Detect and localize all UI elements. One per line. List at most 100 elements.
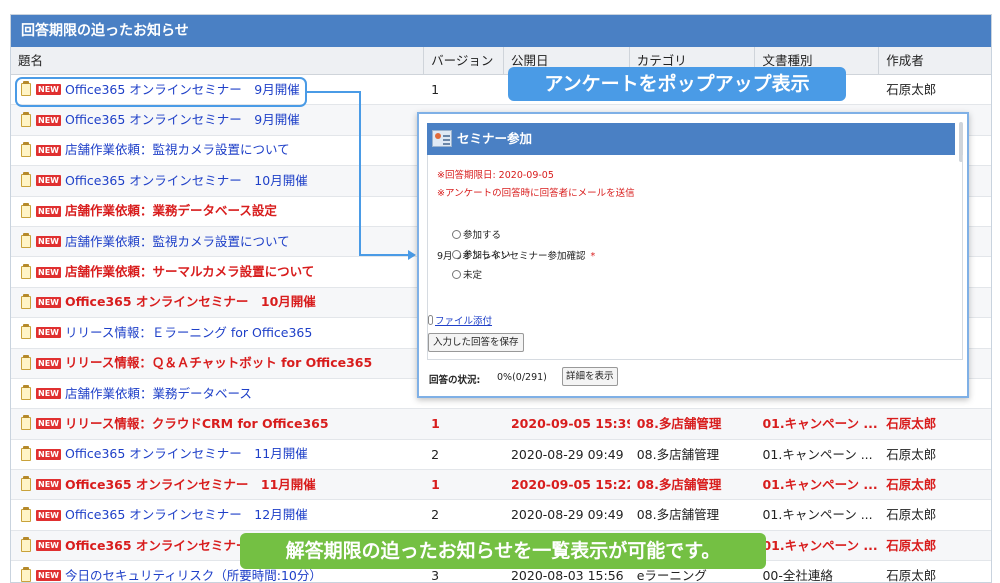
- cell-doctype: 01.キャンペーン ...: [762, 416, 878, 432]
- cell-author: 石原太郎: [886, 82, 937, 97]
- deadline-note: ※回答期限日: 2020-09-05: [437, 170, 554, 181]
- save-answer-button[interactable]: 入力した回答を保存: [428, 333, 524, 352]
- bottom-callout-label: 解答期限の迫ったお知らせを一覧表示が可能です。: [240, 533, 766, 569]
- cell-title: NEW リリース情報：クラウドCRM for Office365: [11, 409, 424, 438]
- cell-title: NEW Office365 オンラインセミナー 9月開催: [11, 105, 424, 134]
- cell-title: NEW リリース情報：Ｑ＆Ａチャットボット for Office365: [11, 349, 424, 378]
- new-badge: NEW: [36, 175, 61, 187]
- callout-arrow-icon: [408, 250, 416, 260]
- show-details-button[interactable]: 詳細を表示: [562, 367, 618, 386]
- cell-version: 2: [431, 446, 440, 462]
- document-icon: [21, 537, 31, 553]
- new-badge: NEW: [36, 388, 61, 400]
- new-badge: NEW: [36, 448, 61, 460]
- cell-title: NEW 店舗作業依頼：業務データベース: [11, 379, 424, 408]
- new-badge: NEW: [36, 540, 61, 552]
- cell-doctype: 01.キャンペーン ...: [762, 446, 873, 462]
- notice-title-link[interactable]: Office365 オンラインセミナー 9月開催: [65, 105, 300, 134]
- notice-title-link[interactable]: リリース情報：クラウドCRM for Office365: [65, 409, 329, 438]
- notice-title-link[interactable]: Office365 オンラインセミナー 12月開催: [65, 500, 308, 529]
- cell-category: 08.多店舗管理: [636, 416, 722, 432]
- notice-title-link[interactable]: 店舗作業依頼：監視カメラ設置について: [65, 136, 290, 165]
- cell-category: 08.多店舗管理: [636, 446, 720, 462]
- notice-title-link[interactable]: 店舗作業依頼：サーマルカメラ設置について: [65, 257, 314, 286]
- option-undecided[interactable]: 未定: [452, 267, 482, 281]
- row-highlight: [15, 77, 307, 107]
- document-icon: [21, 445, 31, 461]
- notice-title-link[interactable]: 店舗作業依頼：業務データベース設定: [65, 197, 277, 226]
- cell-version: 2: [431, 507, 440, 523]
- notice-title-link[interactable]: Office365 オンラインセミナー 10月開催: [65, 166, 308, 195]
- notice-title-link[interactable]: Office365 オンラインセミナー 11月開催: [65, 440, 308, 469]
- document-icon: [21, 385, 31, 401]
- table-row[interactable]: NEW Office365 オンラインセミナー 11月開催 1 2020-09-05 …: [11, 470, 991, 501]
- option-label: 未定: [463, 270, 483, 281]
- new-badge: NEW: [36, 114, 61, 126]
- document-icon: [21, 476, 31, 492]
- radio-button[interactable]: [452, 229, 461, 239]
- document-icon: [21, 233, 31, 249]
- notice-title-link[interactable]: 店舗作業依頼：監視カメラ設置について: [65, 227, 290, 256]
- new-badge: NEW: [36, 296, 61, 308]
- callout-connector: [359, 91, 361, 256]
- notice-title-link[interactable]: リリース情報：Ｅラーニング for Office365: [65, 318, 312, 347]
- response-status-label: 回答の状況:: [429, 375, 481, 386]
- column-header-version[interactable]: バージョン: [424, 47, 504, 74]
- popup-body: ※回答期限日: 2020-09-05 ※アンケートの回答時に回答者にメールを送信…: [427, 155, 963, 360]
- cell-title: NEW Office365 オンラインセミナー 11月開催: [11, 470, 424, 499]
- cell-category: 08.多店舗管理: [636, 507, 720, 523]
- required-mark: *: [590, 251, 596, 262]
- notice-title-link[interactable]: 店舗作業依頼：業務データベース: [65, 379, 252, 408]
- document-icon: [21, 324, 31, 340]
- cell-version: 1: [431, 82, 440, 97]
- cell-doctype: 01.キャンペーン ...: [762, 537, 878, 553]
- table-row[interactable]: NEW Office365 オンラインセミナー 12月開催 2 2020-08-29 …: [11, 500, 991, 531]
- cell-author: 石原太郎: [886, 446, 937, 462]
- column-header-title[interactable]: 題名: [11, 47, 425, 74]
- new-badge: NEW: [36, 205, 61, 217]
- cell-doctype: 00-全社連絡: [762, 568, 833, 583]
- new-badge: NEW: [36, 236, 61, 248]
- cell-date: 2020-09-05 15:39: [510, 416, 630, 432]
- cell-version: 1: [431, 477, 440, 493]
- radio-button[interactable]: [452, 269, 461, 279]
- document-icon: [21, 506, 31, 522]
- column-header-author[interactable]: 作成者: [879, 47, 991, 74]
- file-attach-link[interactable]: ファイル添付: [428, 313, 492, 327]
- document-icon: [21, 263, 31, 279]
- cell-date: 2020-08-29 09:49: [510, 507, 624, 523]
- popup-callout-label: アンケートをポップアップ表示: [508, 67, 846, 101]
- radio-button[interactable]: [452, 249, 461, 259]
- seminar-form-icon: [432, 130, 452, 147]
- cell-title: NEW Office365 オンラインセミナー 10月開催: [11, 166, 424, 195]
- new-badge: NEW: [36, 327, 61, 339]
- new-badge: NEW: [36, 418, 61, 430]
- notice-title-link[interactable]: リリース情報：Ｑ＆Ａチャットボット for Office365: [65, 349, 372, 378]
- document-icon: [21, 293, 31, 309]
- notice-title-link[interactable]: Office365 オンラインセミナー 11月開催: [65, 470, 316, 499]
- new-badge: NEW: [36, 266, 61, 278]
- option-attend[interactable]: 参加する: [452, 227, 501, 241]
- new-badge: NEW: [36, 509, 61, 521]
- popup-title: セミナー参加: [457, 131, 533, 146]
- cell-version: 1: [431, 416, 440, 432]
- panel-title: 回答期限の迫ったお知らせ: [11, 15, 991, 47]
- cell-doctype: 01.キャンペーン ...: [762, 477, 878, 493]
- popup-header: セミナー参加: [427, 123, 955, 155]
- paperclip-icon: [428, 315, 433, 325]
- attach-label: ファイル添付: [435, 316, 493, 327]
- new-badge: NEW: [36, 144, 61, 156]
- cell-author: 石原太郎: [886, 416, 937, 432]
- cell-title: NEW Office365 オンラインセミナー 10月開催: [11, 288, 424, 317]
- callout-connector: [359, 254, 409, 256]
- cell-title: NEW 店舗作業依頼：監視カメラ設置について: [11, 227, 424, 256]
- document-icon: [21, 354, 31, 370]
- notice-title-link[interactable]: Office365 オンラインセミナー 10月開催: [65, 288, 316, 317]
- option-not-attend[interactable]: 参加しない: [452, 247, 511, 261]
- cell-author: 石原太郎: [886, 568, 937, 583]
- cell-category: 08.多店舗管理: [636, 477, 722, 493]
- cell-title: NEW 店舗作業依頼：業務データベース設定: [11, 197, 424, 226]
- document-icon: [21, 141, 31, 157]
- table-row[interactable]: NEW リリース情報：クラウドCRM for Office365 1 2020-09-…: [11, 409, 991, 440]
- table-row[interactable]: NEW Office365 オンラインセミナー 11月開催 2 2020-08-29 …: [11, 440, 991, 471]
